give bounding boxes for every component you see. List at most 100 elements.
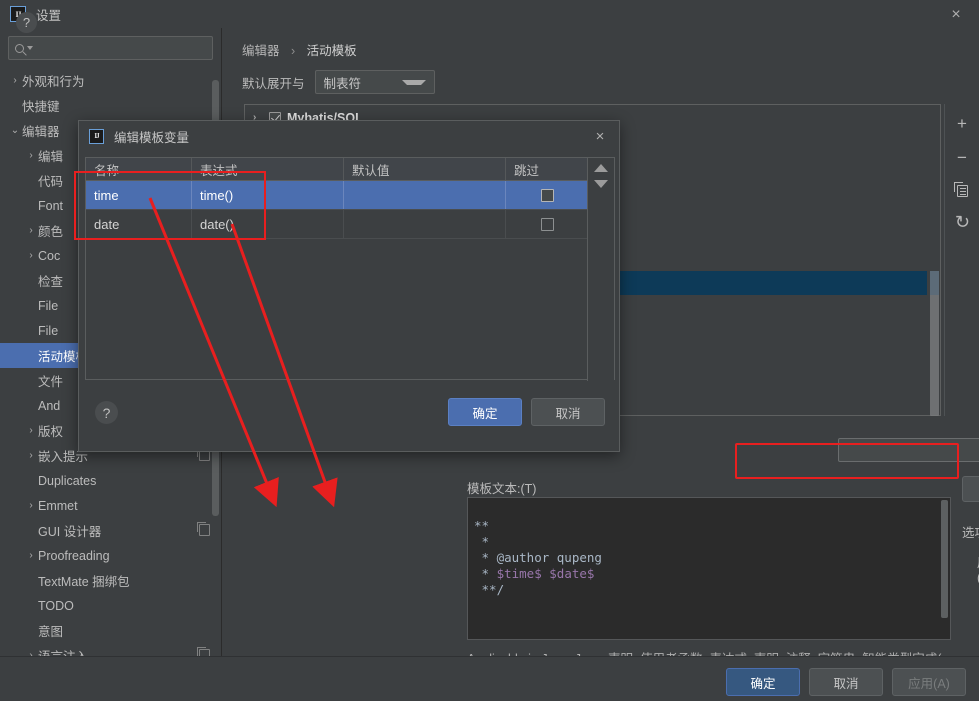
default-expand-row: 默认展开与 制表符: [242, 70, 435, 94]
help-button[interactable]: ?: [16, 12, 37, 33]
chevron-right-icon[interactable]: ›: [24, 225, 38, 236]
template-line-1: *: [474, 534, 490, 549]
template-line-2: * @author qupeng: [474, 550, 602, 565]
template-tree-scrollbar-thumb[interactable]: [930, 271, 939, 295]
sidebar-item-20[interactable]: ›TextMate 捆绑包: [0, 568, 222, 593]
remove-template-button[interactable]: −: [951, 146, 973, 168]
cell-default[interactable]: [344, 210, 506, 238]
window-title: 设置: [36, 8, 62, 23]
sidebar-item-label: 外观和行为: [22, 75, 85, 89]
chevron-down-icon: [401, 79, 426, 85]
edit-variables-button[interactable]: 编辑变量 (E): [962, 476, 979, 502]
sidebar-item-label: 编辑器: [22, 125, 60, 139]
template-variable-time: $time$: [496, 566, 542, 581]
sidebar-item-22[interactable]: ›意图: [0, 618, 222, 643]
sidebar-item-label: 快捷键: [22, 100, 60, 114]
move-down-icon[interactable]: [594, 180, 608, 188]
default-expand-value: 制表符: [323, 76, 362, 91]
table-row[interactable]: time time(): [86, 181, 614, 210]
cell-name[interactable]: time: [86, 181, 192, 209]
sidebar-item-label: GUI 设计器: [38, 525, 102, 539]
apply-button[interactable]: 应用(A): [892, 668, 966, 696]
sidebar-item-19[interactable]: › Proofreading: [0, 543, 222, 568]
move-up-icon[interactable]: [594, 164, 608, 172]
sidebar-item-label: 检查: [38, 275, 64, 289]
sidebar-item-label: 代码: [38, 175, 64, 189]
dialog-footer: ? 确定 取消: [79, 389, 621, 453]
template-toolbar: + −: [944, 104, 979, 416]
table-header-name[interactable]: 名称: [86, 158, 192, 180]
table-header-skip[interactable]: 跳过: [506, 158, 589, 180]
sidebar-item-label: And: [38, 398, 61, 413]
sidebar-item-label: Emmet: [38, 498, 78, 513]
template-line-3: * $time$ $date$: [474, 566, 595, 581]
copy-icon: [197, 522, 210, 536]
abbreviation-input[interactable]: [838, 438, 979, 462]
skip-checkbox[interactable]: [541, 217, 554, 231]
cell-expression[interactable]: time(): [192, 181, 344, 209]
cell-name[interactable]: date: [86, 210, 192, 238]
sidebar-item-label: 语言注入: [38, 646, 88, 656]
sidebar-item-label: TextMate 捆绑包: [38, 575, 130, 589]
sidebar-item-23[interactable]: ›语言注入: [0, 643, 222, 656]
copy-icon: [197, 647, 210, 656]
edit-template-variables-dialog: IJ 编辑模板变量 × 名称 表达式 默认值 跳过 time time() da…: [78, 120, 620, 452]
sidebar-search-wrap: [0, 28, 221, 66]
sidebar-item-1[interactable]: ›快捷键: [0, 93, 222, 118]
cell-expression[interactable]: date(): [192, 210, 344, 238]
breadcrumb: 编辑器 › 活动模板: [242, 40, 357, 59]
chevron-right-icon[interactable]: ›: [24, 150, 38, 161]
cell-skip[interactable]: [506, 181, 589, 209]
default-expand-label: 默认展开与: [242, 76, 305, 91]
dialog-close-icon[interactable]: ×: [591, 127, 609, 145]
cell-default[interactable]: [344, 181, 506, 209]
template-editor-scrollbar[interactable]: [941, 500, 948, 618]
sidebar-item-label: 意图: [38, 625, 64, 639]
sidebar-item-label: 版权: [38, 425, 64, 439]
chevron-down-icon[interactable]: ⌄: [8, 125, 22, 136]
chevron-right-icon[interactable]: ›: [8, 75, 22, 86]
sidebar-item-label: 文件: [38, 375, 64, 389]
table-empty-area: [86, 239, 614, 399]
chevron-right-icon[interactable]: ›: [24, 425, 38, 436]
add-template-button[interactable]: +: [951, 112, 973, 134]
table-header-expression[interactable]: 表达式: [192, 158, 344, 180]
cancel-button[interactable]: 取消: [809, 668, 883, 696]
template-variable-date: $date$: [549, 566, 595, 581]
search-input[interactable]: [8, 36, 213, 60]
search-icon: [15, 43, 24, 53]
sidebar-item-21[interactable]: ›TODO: [0, 593, 222, 618]
sidebar-item-18[interactable]: ›GUI 设计器: [0, 518, 222, 543]
table-header-default[interactable]: 默认值: [344, 158, 506, 180]
chevron-right-icon[interactable]: ›: [24, 250, 38, 261]
dialog-help-button[interactable]: ?: [95, 401, 118, 424]
default-expand-select[interactable]: 制表符: [314, 70, 435, 94]
sidebar-item-label: Coc: [38, 248, 61, 263]
cell-skip[interactable]: [506, 210, 589, 238]
chevron-right-icon[interactable]: ›: [24, 450, 38, 461]
options-title: 选项: [962, 526, 979, 540]
skip-checkbox[interactable]: [541, 188, 554, 202]
close-icon[interactable]: ×: [947, 6, 965, 24]
copy-icon: [953, 182, 968, 197]
dialog-ok-button[interactable]: 确定: [448, 398, 522, 426]
sidebar-item-0[interactable]: › 外观和行为: [0, 68, 222, 93]
settings-window: IJ 设置 × ›外观和行为›快捷键⌄编辑器›编辑›代码›Font›颜色›Coc…: [0, 0, 979, 701]
copy-template-button[interactable]: [951, 180, 973, 202]
window-titlebar: IJ 设置 ×: [0, 0, 979, 28]
dialog-titlebar: IJ 编辑模板变量 ×: [79, 121, 619, 151]
dialog-title: 编辑模板变量: [114, 130, 190, 145]
chevron-right-icon[interactable]: ›: [24, 500, 38, 511]
sidebar-item-label: 颜色: [38, 225, 64, 239]
revert-template-button[interactable]: [951, 214, 973, 236]
ok-button[interactable]: 确定: [726, 668, 800, 696]
breadcrumb-current: 活动模板: [306, 44, 357, 58]
table-row[interactable]: date date(): [86, 210, 614, 239]
dialog-cancel-button[interactable]: 取消: [531, 398, 605, 426]
options-section-header: 选项: [962, 522, 979, 541]
chevron-right-icon[interactable]: ›: [24, 550, 38, 561]
variables-table: 名称 表达式 默认值 跳过 time time() date date(): [85, 157, 615, 381]
breadcrumb-root[interactable]: 编辑器: [242, 44, 280, 58]
search-dropdown-caret-icon[interactable]: [27, 46, 33, 50]
sidebar-item-label: File: [38, 323, 59, 338]
